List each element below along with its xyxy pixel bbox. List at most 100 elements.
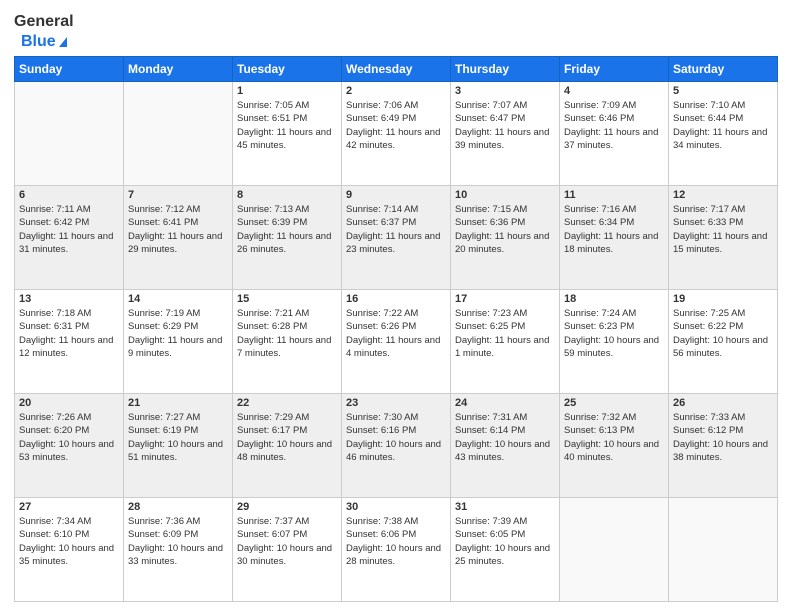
day-info: Sunrise: 7:16 AM Sunset: 6:34 PM Dayligh… [564, 203, 664, 256]
day-info: Sunrise: 7:24 AM Sunset: 6:23 PM Dayligh… [564, 307, 664, 360]
day-number: 6 [19, 189, 119, 201]
day-info: Sunrise: 7:39 AM Sunset: 6:05 PM Dayligh… [455, 515, 555, 568]
calendar-cell: 5 Sunrise: 7:10 AM Sunset: 6:44 PM Daylig… [669, 82, 778, 186]
logo: General Blue [14, 14, 74, 50]
day-info: Sunrise: 7:13 AM Sunset: 6:39 PM Dayligh… [237, 203, 337, 256]
day-number: 3 [455, 85, 555, 97]
day-info: Sunrise: 7:31 AM Sunset: 6:14 PM Dayligh… [455, 411, 555, 464]
day-number: 12 [673, 189, 773, 201]
day-number: 10 [455, 189, 555, 201]
day-number: 24 [455, 397, 555, 409]
logo-arrow-icon [59, 37, 67, 47]
day-number: 15 [237, 293, 337, 305]
calendar-cell: 28Sunrise: 7:36 AM Sunset: 6:09 PM Dayli… [124, 498, 233, 602]
calendar-cell: 4 Sunrise: 7:09 AM Sunset: 6:46 PM Daylig… [560, 82, 669, 186]
calendar-cell: 2Sunrise: 7:06 AM Sunset: 6:49 PM Daylig… [342, 82, 451, 186]
weekday-header-monday: Monday [124, 57, 233, 82]
weekday-header-sunday: Sunday [15, 57, 124, 82]
calendar-cell: 17 Sunrise: 7:23 AM Sunset: 6:25 PM Dayli… [451, 290, 560, 394]
day-info: Sunrise: 7:38 AM Sunset: 6:06 PM Dayligh… [346, 515, 446, 568]
day-info: Sunrise: 7:27 AM Sunset: 6:19 PM Dayligh… [128, 411, 228, 464]
calendar-cell: 15 Sunrise: 7:21 AM Sunset: 6:28 PM Dayli… [233, 290, 342, 394]
day-number: 1 [237, 85, 337, 97]
calendar-cell: 22 Sunrise: 7:29 AM Sunset: 6:17 PM Dayli… [233, 394, 342, 498]
day-info: Sunrise: 7:32 AM Sunset: 6:13 PM Dayligh… [564, 411, 664, 464]
calendar-cell: 18 Sunrise: 7:24 AM Sunset: 6:23 PM Dayli… [560, 290, 669, 394]
day-info: Sunrise: 7:17 AM Sunset: 6:33 PM Dayligh… [673, 203, 773, 256]
day-number: 27 [19, 501, 119, 513]
day-info: Sunrise: 7:09 AM Sunset: 6:46 PM Dayligh… [564, 99, 664, 152]
weekday-header-tuesday: Tuesday [233, 57, 342, 82]
weekday-header-friday: Friday [560, 57, 669, 82]
page: General Blue SundayMondayTuesdayWednesda… [0, 0, 792, 612]
calendar-cell: 26 Sunrise: 7:33 AM Sunset: 6:12 PM Dayli… [669, 394, 778, 498]
calendar-week-2: 6 Sunrise: 7:11 AM Sunset: 6:42 PM Daylig… [15, 186, 778, 290]
calendar-week-4: 20 Sunrise: 7:26 AM Sunset: 6:20 PM Dayli… [15, 394, 778, 498]
calendar-cell: 25 Sunrise: 7:32 AM Sunset: 6:13 PM Dayli… [560, 394, 669, 498]
day-info: Sunrise: 7:26 AM Sunset: 6:20 PM Dayligh… [19, 411, 119, 464]
day-number: 18 [564, 293, 664, 305]
day-info: Sunrise: 7:23 AM Sunset: 6:25 PM Dayligh… [455, 307, 555, 360]
day-info: Sunrise: 7:07 AM Sunset: 6:47 PM Dayligh… [455, 99, 555, 152]
calendar-cell: 21 Sunrise: 7:27 AM Sunset: 6:19 PM Dayli… [124, 394, 233, 498]
day-number: 14 [128, 293, 228, 305]
calendar-cell: 31 Sunrise: 7:39 AM Sunset: 6:05 PM Dayli… [451, 498, 560, 602]
day-info: Sunrise: 7:22 AM Sunset: 6:26 PM Dayligh… [346, 307, 446, 360]
day-info: Sunrise: 7:37 AM Sunset: 6:07 PM Dayligh… [237, 515, 337, 568]
calendar-cell: 6 Sunrise: 7:11 AM Sunset: 6:42 PM Daylig… [15, 186, 124, 290]
calendar-cell [124, 82, 233, 186]
calendar-week-3: 13Sunrise: 7:18 AM Sunset: 6:31 PM Dayli… [15, 290, 778, 394]
day-number: 9 [346, 189, 446, 201]
calendar-cell: 9Sunrise: 7:14 AM Sunset: 6:37 PM Daylig… [342, 186, 451, 290]
calendar-cell [560, 498, 669, 602]
calendar-cell: 19Sunrise: 7:25 AM Sunset: 6:22 PM Dayli… [669, 290, 778, 394]
day-info: Sunrise: 7:05 AM Sunset: 6:51 PM Dayligh… [237, 99, 337, 152]
day-number: 21 [128, 397, 228, 409]
calendar-cell: 16 Sunrise: 7:22 AM Sunset: 6:26 PM Dayli… [342, 290, 451, 394]
day-info: Sunrise: 7:29 AM Sunset: 6:17 PM Dayligh… [237, 411, 337, 464]
weekday-header-wednesday: Wednesday [342, 57, 451, 82]
day-number: 22 [237, 397, 337, 409]
calendar-cell: 30 Sunrise: 7:38 AM Sunset: 6:06 PM Dayli… [342, 498, 451, 602]
day-info: Sunrise: 7:12 AM Sunset: 6:41 PM Dayligh… [128, 203, 228, 256]
day-number: 26 [673, 397, 773, 409]
calendar-cell: 13Sunrise: 7:18 AM Sunset: 6:31 PM Dayli… [15, 290, 124, 394]
calendar-cell: 12 Sunrise: 7:17 AM Sunset: 6:33 PM Dayli… [669, 186, 778, 290]
day-number: 17 [455, 293, 555, 305]
day-info: Sunrise: 7:18 AM Sunset: 6:31 PM Dayligh… [19, 307, 119, 360]
day-info: Sunrise: 7:19 AM Sunset: 6:29 PM Dayligh… [128, 307, 228, 360]
day-number: 30 [346, 501, 446, 513]
day-number: 5 [673, 85, 773, 97]
day-number: 31 [455, 501, 555, 513]
calendar-cell: 24 Sunrise: 7:31 AM Sunset: 6:14 PM Dayli… [451, 394, 560, 498]
day-info: Sunrise: 7:30 AM Sunset: 6:16 PM Dayligh… [346, 411, 446, 464]
day-info: Sunrise: 7:10 AM Sunset: 6:44 PM Dayligh… [673, 99, 773, 152]
calendar-table: SundayMondayTuesdayWednesdayThursdayFrid… [14, 56, 778, 602]
day-number: 25 [564, 397, 664, 409]
calendar-cell: 10 Sunrise: 7:15 AM Sunset: 6:36 PM Dayli… [451, 186, 560, 290]
day-number: 11 [564, 189, 664, 201]
day-info: Sunrise: 7:11 AM Sunset: 6:42 PM Dayligh… [19, 203, 119, 256]
calendar-cell: 8Sunrise: 7:13 AM Sunset: 6:39 PM Daylig… [233, 186, 342, 290]
day-number: 28 [128, 501, 228, 513]
weekday-header-saturday: Saturday [669, 57, 778, 82]
logo-general: General [14, 14, 74, 30]
day-info: Sunrise: 7:33 AM Sunset: 6:12 PM Dayligh… [673, 411, 773, 464]
day-number: 2 [346, 85, 446, 97]
calendar-cell: 14 Sunrise: 7:19 AM Sunset: 6:29 PM Dayli… [124, 290, 233, 394]
calendar-week-5: 27Sunrise: 7:34 AM Sunset: 6:10 PM Dayli… [15, 498, 778, 602]
day-info: Sunrise: 7:15 AM Sunset: 6:36 PM Dayligh… [455, 203, 555, 256]
calendar-cell [669, 498, 778, 602]
day-number: 16 [346, 293, 446, 305]
day-number: 20 [19, 397, 119, 409]
calendar-cell: 29 Sunrise: 7:37 AM Sunset: 6:07 PM Dayli… [233, 498, 342, 602]
day-number: 23 [346, 397, 446, 409]
day-info: Sunrise: 7:21 AM Sunset: 6:28 PM Dayligh… [237, 307, 337, 360]
calendar-week-1: 1 Sunrise: 7:05 AM Sunset: 6:51 PM Daylig… [15, 82, 778, 186]
day-number: 4 [564, 85, 664, 97]
day-info: Sunrise: 7:25 AM Sunset: 6:22 PM Dayligh… [673, 307, 773, 360]
calendar-cell: 11 Sunrise: 7:16 AM Sunset: 6:34 PM Dayli… [560, 186, 669, 290]
day-number: 29 [237, 501, 337, 513]
calendar-cell: 7Sunrise: 7:12 AM Sunset: 6:41 PM Daylig… [124, 186, 233, 290]
calendar-cell: 1 Sunrise: 7:05 AM Sunset: 6:51 PM Daylig… [233, 82, 342, 186]
